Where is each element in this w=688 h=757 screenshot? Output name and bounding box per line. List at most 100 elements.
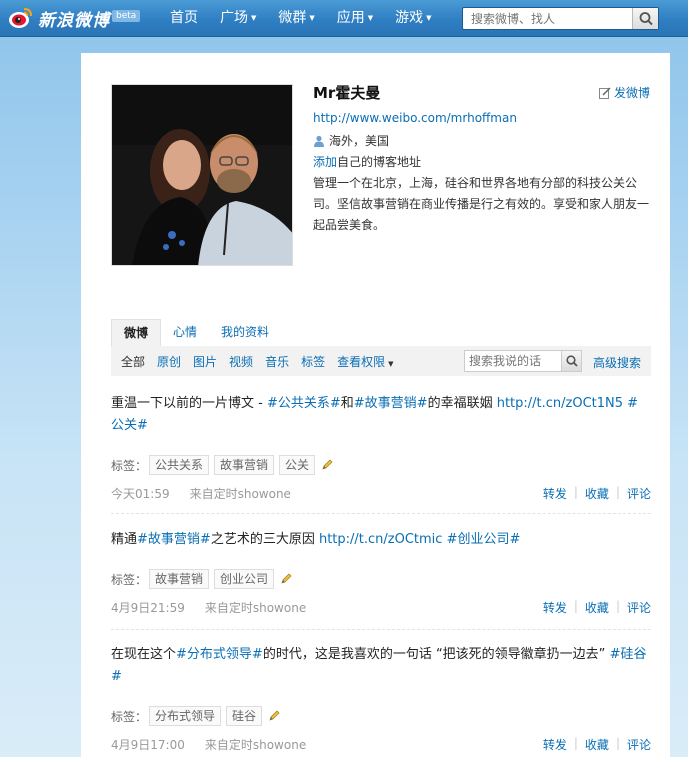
post-timestamp[interactable]: 今天01:59 <box>111 485 170 502</box>
short-url-link[interactable]: http://t.cn/zOCtmic <box>319 532 442 547</box>
tag-chip[interactable]: 公共关系 <box>149 455 210 475</box>
pencil-icon[interactable] <box>268 710 280 722</box>
filter-tags[interactable]: 标签 <box>301 353 325 370</box>
post-timestamp[interactable]: 4月9日21:59 <box>111 599 185 616</box>
separator: | <box>615 736 620 750</box>
tab-weibo[interactable]: 微博 <box>111 319 162 347</box>
tag-chip[interactable]: 创业公司 <box>214 569 275 589</box>
post-text-segment: 之艺术的三大原因 <box>210 532 319 547</box>
global-search <box>462 7 659 30</box>
favorite-button[interactable]: 收藏 <box>585 736 609 753</box>
nav-apps-label: 应用 <box>336 10 365 26</box>
feed-item: 重温一下以前的一片博文 - #公共关系#和#故事营销#的幸福联姻 http://… <box>111 393 651 501</box>
profile-location: 海外，美国 <box>313 132 389 149</box>
tab-mood[interactable]: 心情 <box>161 319 209 347</box>
comment-button[interactable]: 评论 <box>627 599 651 616</box>
tag-chip[interactable]: 公关 <box>279 455 316 475</box>
tags-label: 标签： <box>111 458 148 473</box>
nav-square[interactable]: 广场 ▼ <box>220 0 256 37</box>
tab-my-profile[interactable]: 我的资料 <box>209 319 281 347</box>
post-text-segment: 和 <box>340 396 354 411</box>
advanced-search-link[interactable]: 高级搜索 <box>593 354 641 371</box>
post-tags: 标签： 故事营销 创业公司 <box>111 569 651 589</box>
weibo-eye-icon <box>9 7 33 28</box>
filter-videos[interactable]: 视频 <box>229 353 253 370</box>
favorite-button[interactable]: 收藏 <box>585 485 609 502</box>
nav-groups-label: 微群 <box>278 10 307 26</box>
repost-button[interactable]: 转发 <box>543 485 567 502</box>
separator: | <box>573 485 578 499</box>
tag-chip[interactable]: 分布式领导 <box>149 706 222 726</box>
post-actions: 转发 | 收藏 | 评论 <box>543 485 651 502</box>
my-posts-search-input[interactable] <box>465 351 561 371</box>
pencil-icon[interactable] <box>280 573 292 585</box>
filter-permissions[interactable]: 查看权限 ▼ <box>337 353 393 370</box>
profile-tabs: 微博 心情 我的资料 <box>111 319 281 347</box>
nav-square-label: 广场 <box>220 10 248 26</box>
profile-url-link[interactable]: http://www.weibo.com/mrhoffman <box>313 111 517 125</box>
post-text-segment: 精通 <box>111 532 138 547</box>
post-text-segment: 在现在这个 <box>111 647 177 662</box>
add-blog-link[interactable]: 添加 <box>313 155 337 169</box>
tag-chip[interactable]: 故事营销 <box>149 569 210 589</box>
profile-avatar[interactable] <box>111 84 293 266</box>
location-text: 海外，美国 <box>329 134 390 148</box>
nav-games-label: 游戏 <box>395 10 424 26</box>
filter-images[interactable]: 图片 <box>193 353 217 370</box>
hashtag-link[interactable]: #创业公司# <box>442 532 521 547</box>
user-icon <box>314 135 324 147</box>
post-tags: 标签： 分布式领导 硅谷 <box>111 706 651 726</box>
filter-original[interactable]: 原创 <box>157 353 181 370</box>
feed-divider <box>111 513 651 514</box>
caret-down-icon: ▼ <box>309 14 315 22</box>
logo-text: 新浪微博 <box>38 10 110 31</box>
repost-button[interactable]: 转发 <box>543 599 567 616</box>
caret-down-icon: ▼ <box>367 14 374 22</box>
repost-button[interactable]: 转发 <box>543 736 567 753</box>
global-search-input[interactable] <box>463 8 633 29</box>
short-url-link[interactable]: http://t.cn/zOCt1N5 <box>497 396 623 411</box>
post-actions: 转发 | 收藏 | 评论 <box>543 599 651 616</box>
comment-button[interactable]: 评论 <box>627 736 651 753</box>
post-tags: 标签： 公共关系 故事营销 公关 <box>111 455 651 475</box>
add-blog-text: 自己的博客地址 <box>337 155 422 169</box>
post-meta: 4月9日21:59 来自定时showone 转发 | 收藏 | 评论 <box>111 599 651 615</box>
nav-games[interactable]: 游戏 ▼ <box>395 0 431 37</box>
search-icon <box>639 12 653 26</box>
hashtag-link[interactable]: #故事营销# <box>354 396 428 411</box>
caret-down-icon: ▼ <box>426 14 432 22</box>
profile-bio: 管理一个在北京，上海，硅谷和世界各地有分部的科技公关公司。坚信故事营销在商业传播… <box>313 176 650 232</box>
comment-button[interactable]: 评论 <box>627 485 651 502</box>
post-timestamp[interactable]: 4月9日17:00 <box>111 736 185 753</box>
favorite-button[interactable]: 收藏 <box>585 599 609 616</box>
nav-home[interactable]: 首页 <box>170 0 198 37</box>
tag-chip[interactable]: 故事营销 <box>214 455 275 475</box>
separator: | <box>573 736 578 750</box>
tag-chip[interactable]: 硅谷 <box>226 706 263 726</box>
nav-groups[interactable]: 微群 ▼ <box>278 0 314 37</box>
hashtag-link[interactable]: #分布式领导# <box>176 647 263 662</box>
compose-post-button[interactable]: 发微博 <box>599 84 650 101</box>
avatar-photo <box>112 85 292 265</box>
compose-post-label: 发微博 <box>614 86 651 100</box>
my-posts-search-button[interactable] <box>561 351 581 371</box>
pencil-icon[interactable] <box>321 459 333 471</box>
hashtag-link[interactable]: #公共关系# <box>267 396 341 411</box>
weibo-logo[interactable]: 新浪微博 <box>8 5 110 31</box>
my-posts-search <box>464 350 582 372</box>
beta-badge: beta <box>112 10 141 22</box>
post-source: 来自定时showone <box>189 486 291 501</box>
separator: | <box>615 599 620 613</box>
top-nav-bar: 新浪微博 beta 首页 广场 ▼ 微群 ▼ 应用 ▼ 游戏 ▼ <box>0 0 688 37</box>
global-search-button[interactable] <box>632 8 658 29</box>
filter-music[interactable]: 音乐 <box>265 353 289 370</box>
post-actions: 转发 | 收藏 | 评论 <box>543 736 651 753</box>
filter-all[interactable]: 全部 <box>121 353 145 370</box>
hashtag-link[interactable]: #故事营销# <box>137 532 211 547</box>
feed-item: 在现在这个#分布式领导#的时代，这是我喜欢的一句话 “把该死的领导徽章扔一边去”… <box>111 644 651 752</box>
add-blog-row: 添加自己的博客地址 <box>313 153 421 170</box>
nav-home-label: 首页 <box>170 10 198 26</box>
nav-apps[interactable]: 应用 ▼ <box>337 0 373 37</box>
post-text-segment: 的幸福联姻 <box>427 396 497 411</box>
post-meta: 4月9日17:00 来自定时showone 转发 | 收藏 | 评论 <box>111 736 651 752</box>
